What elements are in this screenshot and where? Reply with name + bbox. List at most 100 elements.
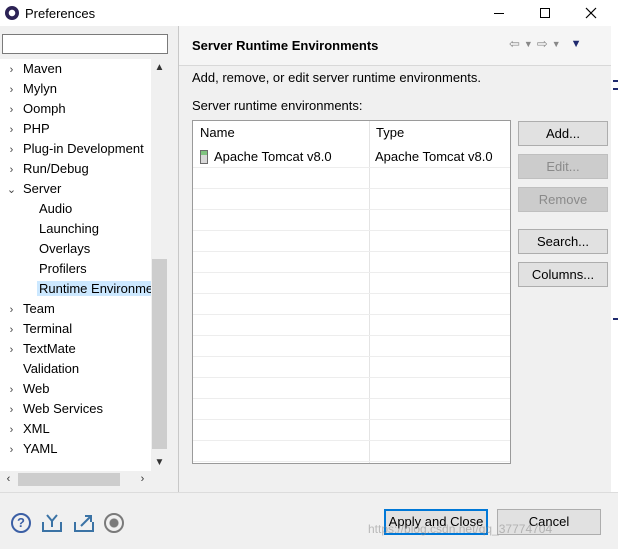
tree-item-label: Team xyxy=(23,301,55,316)
chevron-right-icon[interactable]: › xyxy=(0,60,23,80)
scroll-left-icon[interactable]: ‹ xyxy=(0,471,17,488)
row-separator xyxy=(193,377,510,378)
tree-item[interactable]: › Team xyxy=(0,299,55,319)
tree-item[interactable]: › Web xyxy=(0,379,50,399)
close-button[interactable] xyxy=(568,0,614,26)
tree-item-label: Overlays xyxy=(39,241,91,256)
title-bar: Preferences xyxy=(0,0,618,26)
tree-item-label: Oomph xyxy=(23,101,66,116)
chevron-right-icon[interactable]: › xyxy=(0,100,23,120)
window-title: Preferences xyxy=(25,5,96,21)
tree-item[interactable]: Audio xyxy=(0,199,72,219)
view-menu-icon[interactable]: ▼ xyxy=(571,38,582,50)
tree-item[interactable]: › Oomph xyxy=(0,99,66,119)
chevron-right-icon[interactable]: › xyxy=(0,320,23,340)
edit-button[interactable]: Edit... xyxy=(518,154,608,179)
tree-item[interactable]: › Mylyn xyxy=(0,79,57,99)
chevron-right-icon[interactable]: › xyxy=(0,420,23,440)
editor-mark xyxy=(613,80,618,82)
scrollbar-corner xyxy=(151,471,168,488)
tree-item-label: Maven xyxy=(23,61,63,76)
page-title: Server Runtime Environments xyxy=(192,38,379,53)
row-separator xyxy=(193,230,510,231)
tree-vertical-scrollbar[interactable]: ▲ ▼ xyxy=(151,59,168,471)
scroll-up-icon[interactable]: ▲ xyxy=(151,59,168,76)
runtime-table[interactable]: Name Type Apache Tomcat v8.0 Apache Tomc… xyxy=(192,120,511,464)
row-separator xyxy=(193,272,510,273)
chevron-down-icon[interactable]: ⌄ xyxy=(0,180,23,200)
chevron-right-icon[interactable]: › xyxy=(0,80,23,100)
tree-item[interactable]: Validation xyxy=(0,359,79,379)
tree-horizontal-scrollbar[interactable]: ‹ › xyxy=(0,471,151,488)
table-row[interactable]: Apache Tomcat v8.0 xyxy=(200,147,332,167)
editor-mark xyxy=(613,318,618,320)
chevron-right-icon[interactable]: › xyxy=(0,120,23,140)
eclipse-icon xyxy=(5,6,19,20)
back-arrow-icon[interactable]: ⇦ xyxy=(509,36,520,52)
dialog-footer: ? Apply and Close Cancel https://blog.cs… xyxy=(0,492,618,549)
row-separator xyxy=(193,335,510,336)
tree-item-label: Web Services xyxy=(23,401,103,416)
tree-item[interactable]: › Run/Debug xyxy=(0,159,89,179)
tree-item[interactable]: › XML xyxy=(0,419,50,439)
chevron-right-icon[interactable]: › xyxy=(0,440,23,460)
minimize-button[interactable] xyxy=(476,0,522,26)
tree-item[interactable]: › Terminal xyxy=(0,319,72,339)
row-separator xyxy=(193,398,510,399)
background-editor-strip xyxy=(611,26,618,492)
tree-item[interactable]: Profilers xyxy=(0,259,87,279)
scrollbar-thumb[interactable] xyxy=(152,259,167,449)
row-separator xyxy=(193,419,510,420)
row-separator xyxy=(193,167,510,168)
preferences-tree-pane: › Maven › Mylyn › Oomph › PHP › Plug-in Developme… xyxy=(0,26,178,492)
row-separator xyxy=(193,461,510,462)
filter-input[interactable] xyxy=(2,34,168,54)
remove-button[interactable]: Remove xyxy=(518,187,608,212)
chevron-right-icon[interactable]: › xyxy=(0,380,23,400)
tree-item[interactable]: › Maven xyxy=(0,59,62,79)
server-icon xyxy=(200,150,208,164)
chevron-right-icon[interactable]: › xyxy=(0,140,23,160)
back-dropdown-icon[interactable]: ▼ xyxy=(524,39,533,49)
help-icon[interactable]: ? xyxy=(11,513,31,533)
add-button[interactable]: Add... xyxy=(518,121,608,146)
tree-item[interactable]: Overlays xyxy=(0,239,90,259)
tree-item-label: Profilers xyxy=(39,261,87,276)
export-icon[interactable] xyxy=(73,513,94,533)
chevron-right-icon[interactable]: › xyxy=(0,400,23,420)
scrollbar-thumb[interactable] xyxy=(18,473,120,486)
search-button[interactable]: Search... xyxy=(518,229,608,254)
tree-item-label: Validation xyxy=(23,361,80,376)
chevron-right-icon[interactable]: › xyxy=(0,340,23,360)
chevron-right-icon[interactable]: › xyxy=(0,160,23,180)
tree-item[interactable]: › PHP xyxy=(0,119,50,139)
tree-item[interactable]: › Web Services xyxy=(0,399,103,419)
tree-item[interactable]: › Plug-in Development xyxy=(0,139,144,159)
tree-item[interactable]: ⌄ Server xyxy=(0,179,61,199)
history-nav: ⇦ ▼ ⇨ ▼ ▼ xyxy=(509,36,582,52)
tree-item-label: YAML xyxy=(23,441,58,456)
tree-item-label: Audio xyxy=(39,201,73,216)
columns-button[interactable]: Columns... xyxy=(518,262,608,287)
column-header-type[interactable]: Type xyxy=(369,121,510,145)
tree-item[interactable]: › TextMate xyxy=(0,339,76,359)
tree-item[interactable]: › YAML xyxy=(0,439,58,460)
record-icon[interactable] xyxy=(104,513,124,533)
chevron-right-icon[interactable]: › xyxy=(0,300,23,320)
row-separator xyxy=(193,209,510,210)
column-header-name[interactable]: Name xyxy=(193,121,369,145)
forward-dropdown-icon[interactable]: ▼ xyxy=(552,39,561,49)
list-label: Server runtime environments: xyxy=(192,98,363,113)
tree-item[interactable]: Launching xyxy=(0,219,99,239)
forward-arrow-icon[interactable]: ⇨ xyxy=(537,36,548,52)
import-icon[interactable] xyxy=(41,513,62,533)
scroll-down-icon[interactable]: ▼ xyxy=(151,454,168,471)
maximize-icon xyxy=(540,8,550,18)
tree-item-label: Terminal xyxy=(23,321,73,336)
maximize-button[interactable] xyxy=(522,0,568,26)
scroll-right-icon[interactable]: › xyxy=(134,471,151,488)
close-icon xyxy=(585,7,597,19)
row-separator xyxy=(193,356,510,357)
tree-item[interactable]: Runtime Environme xyxy=(0,279,151,299)
tree-item-label: Plug-in Development xyxy=(23,141,144,156)
